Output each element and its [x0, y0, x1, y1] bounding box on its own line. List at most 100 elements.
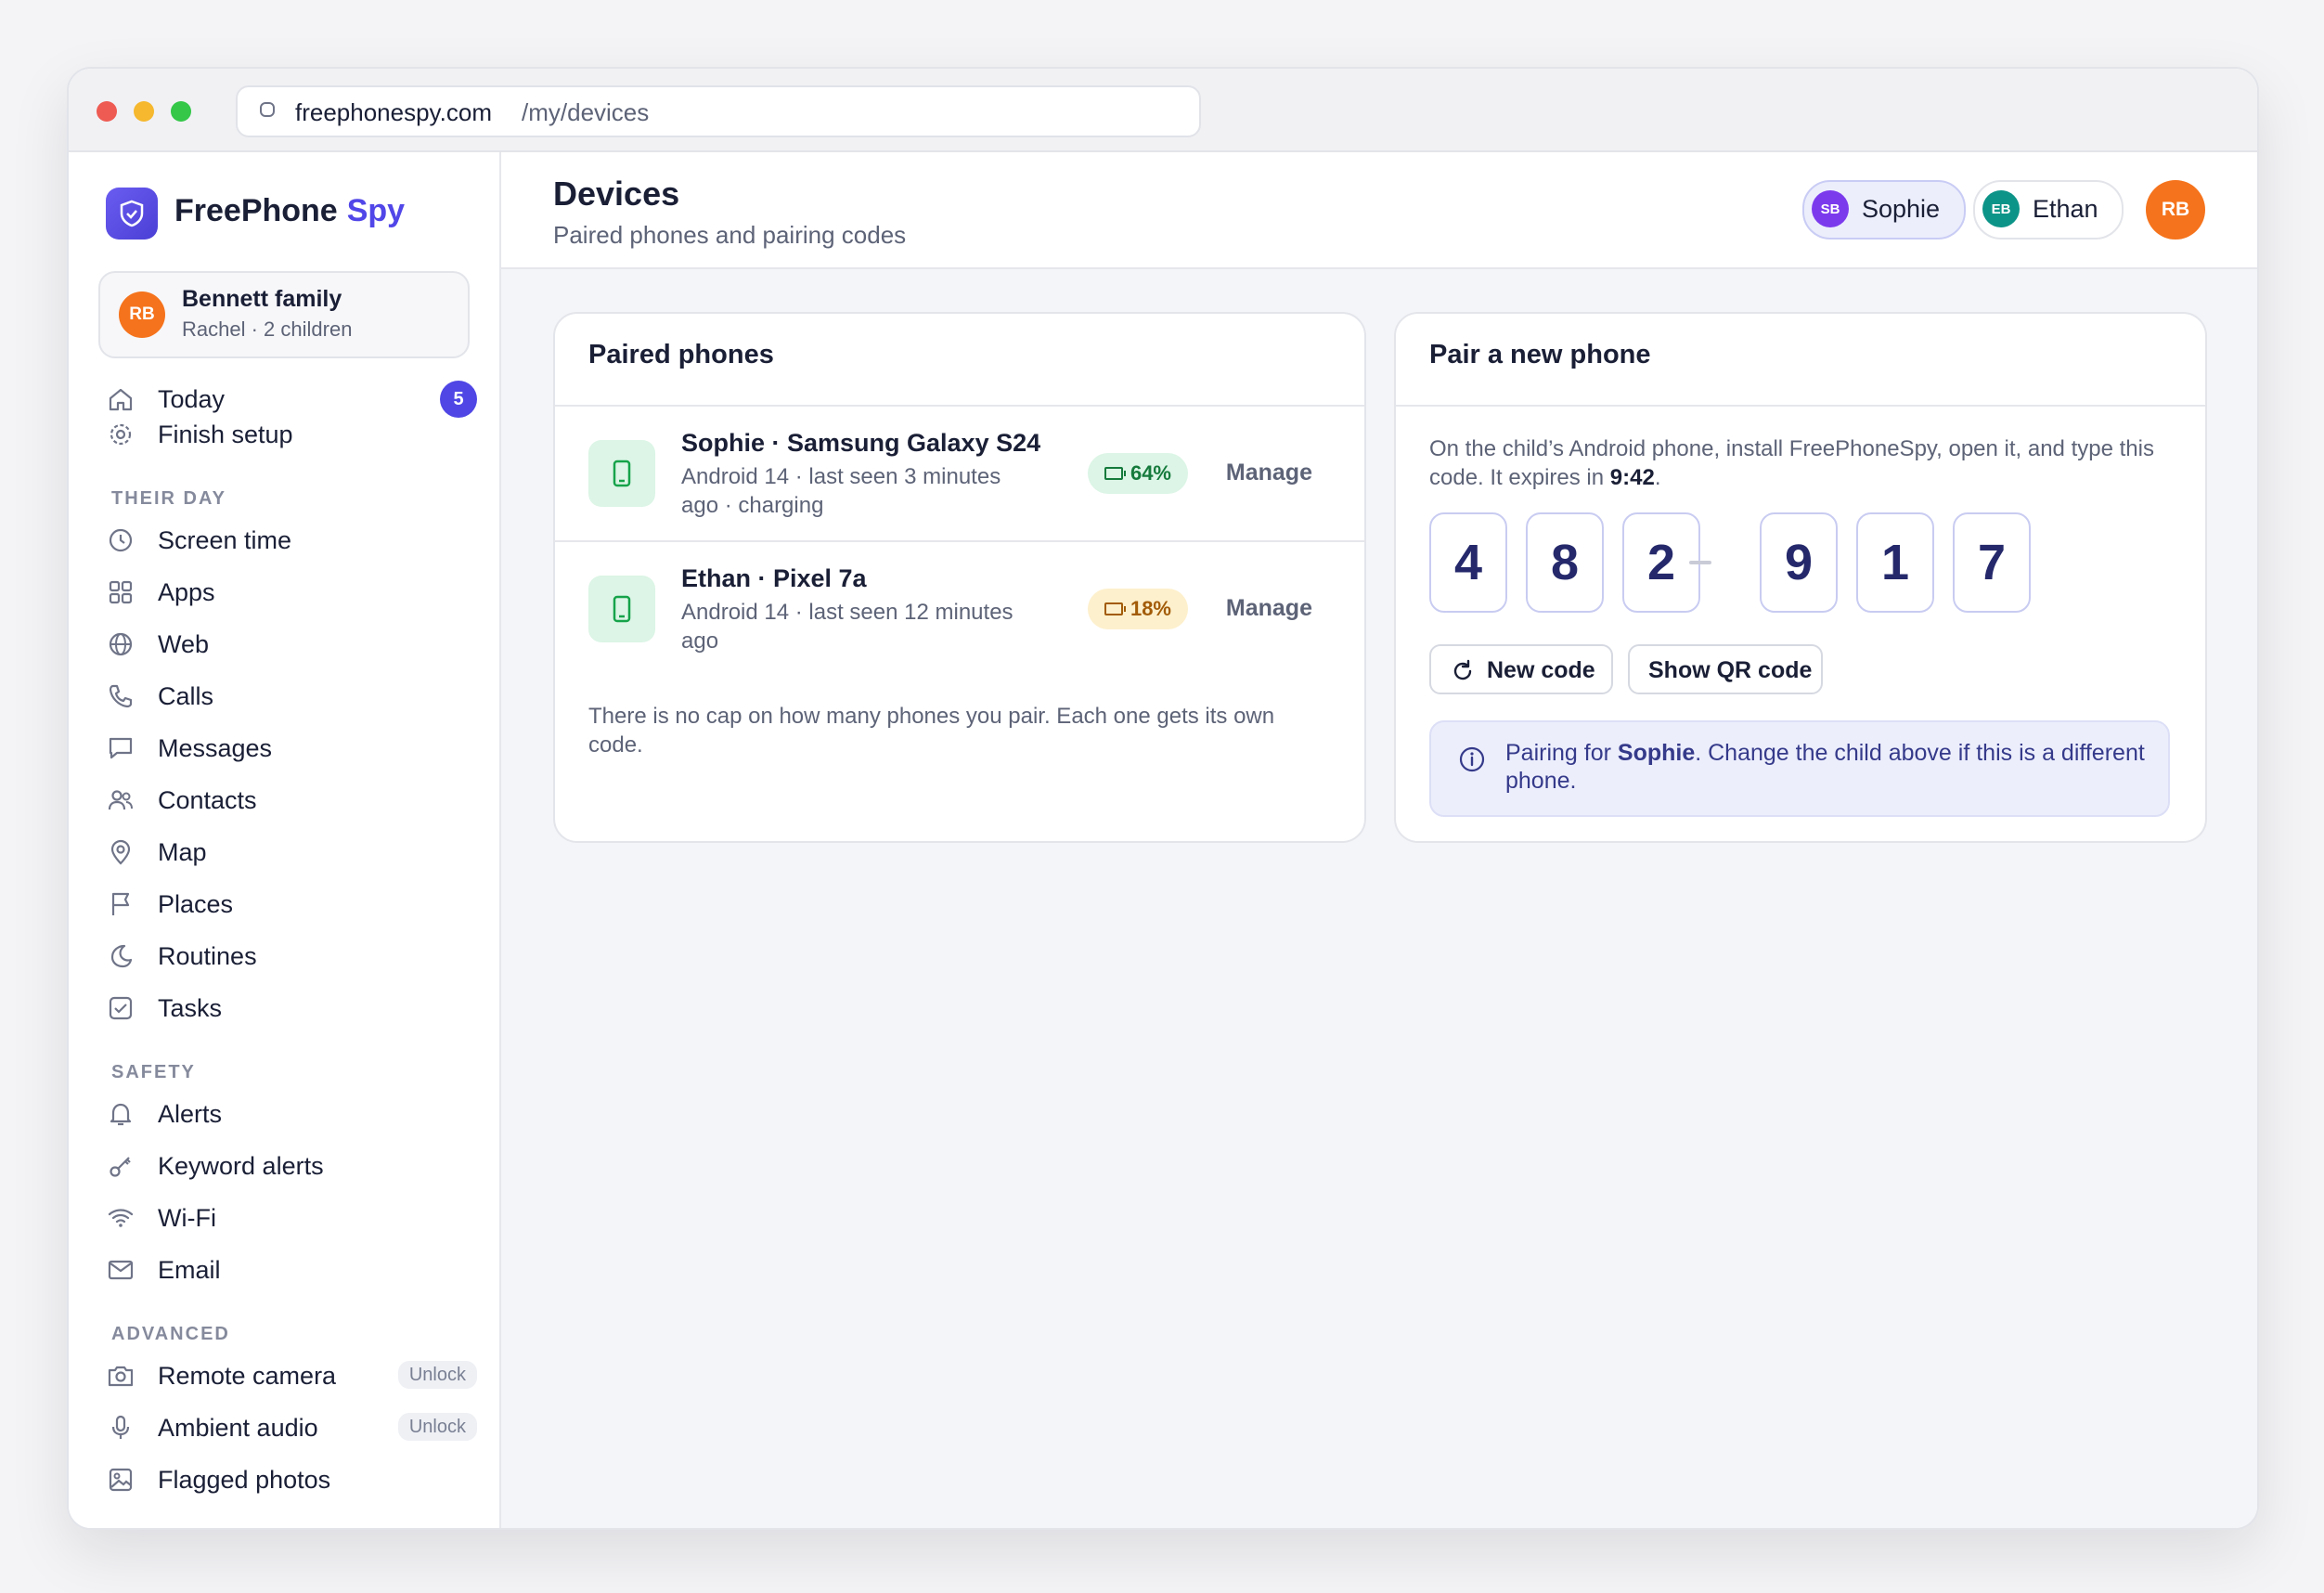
child-chip-ethan[interactable]: EB Ethan — [1973, 180, 2124, 240]
clock-icon — [109, 528, 133, 552]
unlock-tag[interactable]: Unlock — [397, 1361, 477, 1389]
pairing-note: There is no cap on how many phones you p… — [588, 704, 1275, 758]
new-code-button[interactable]: New code — [1429, 644, 1613, 694]
phone-name: Sophie · Samsung Galaxy S24 — [681, 429, 1041, 457]
gear-icon — [110, 423, 132, 446]
minimize-window-button[interactable] — [134, 101, 154, 122]
manage-button[interactable]: Manage — [1226, 460, 1312, 486]
child-chip-sophie[interactable]: SB Sophie — [1802, 180, 1966, 240]
refresh-icon — [1453, 659, 1472, 680]
pin-icon — [110, 839, 131, 865]
moon-icon — [110, 944, 133, 968]
divider — [1396, 405, 2205, 407]
card-title: Paired phones — [588, 340, 774, 369]
battery-badge: 64% — [1087, 453, 1188, 494]
instruction-end: . — [1654, 465, 1661, 490]
sidebar-item-routines[interactable]: Routines — [106, 936, 477, 977]
maximize-window-button[interactable] — [171, 101, 191, 122]
smartphone-icon — [588, 440, 655, 507]
sidebar-item-keyword-alerts[interactable]: Keyword alerts — [106, 1146, 477, 1186]
battery-level: 64% — [1130, 461, 1171, 485]
pairing-info-banner: Pairing for Sophie. Change the child abo… — [1429, 720, 2170, 817]
section-advanced: ADVANCED — [111, 1324, 230, 1344]
sidebar-item-label: Calls — [158, 682, 214, 710]
close-window-button[interactable] — [97, 101, 117, 122]
users-icon — [108, 790, 133, 810]
sidebar-item-label: Today — [158, 385, 226, 413]
show-qr-code-button[interactable]: Show QR code — [1628, 644, 1823, 694]
battery-level: 18% — [1130, 597, 1171, 620]
sidebar-item-label: Flagged photos — [158, 1466, 331, 1494]
sidebar-item-label: Wi-Fi — [158, 1204, 216, 1232]
sidebar-item-screen-time[interactable]: Screen time — [106, 520, 477, 561]
sidebar-item-label: Messages — [158, 734, 273, 762]
key-icon — [110, 1157, 131, 1177]
phone-icon — [109, 684, 133, 708]
sidebar-item-messages[interactable]: Messages — [106, 728, 477, 769]
family-switcher[interactable]: RB Bennett family Rachel · 2 children — [98, 271, 470, 358]
user-avatar[interactable]: RB — [2146, 180, 2205, 240]
battery-badge: 18% — [1087, 589, 1188, 629]
page-header: Devices Paired phones and pairing codes … — [501, 152, 2257, 269]
sidebar-item-flagged-photos[interactable]: Flagged photos — [106, 1459, 477, 1500]
code-digit: 1 — [1856, 512, 1934, 613]
smartphone-icon — [588, 576, 655, 642]
sidebar-item-remote-camera[interactable]: Remote camera Unlock — [106, 1355, 477, 1396]
page-subtitle: Paired phones and pairing codes — [553, 221, 907, 249]
unlock-tag[interactable]: Unlock — [397, 1413, 477, 1441]
sidebar-item-finish-setup[interactable]: Finish setup — [106, 414, 477, 455]
phone-row-sophie: Sophie · Samsung Galaxy S24 Android 14 ·… — [555, 407, 1364, 540]
sidebar-item-label: Places — [158, 890, 234, 918]
sidebar-item-label: Finish setup — [158, 421, 293, 448]
sidebar-item-contacts[interactable]: Contacts — [106, 780, 477, 821]
mic-icon — [111, 1415, 130, 1439]
checkbox-icon — [109, 996, 133, 1020]
code-digit: 9 — [1760, 512, 1838, 613]
sidebar-item-tasks[interactable]: Tasks — [106, 988, 477, 1029]
code-digit: 4 — [1429, 512, 1507, 613]
lock-icon — [260, 102, 275, 117]
browser-titlebar: freephonespy.com /my/devices — [69, 69, 2257, 152]
sidebar-item-apps[interactable]: Apps — [106, 572, 477, 613]
sidebar-item-calls[interactable]: Calls — [106, 676, 477, 717]
brand-logo[interactable]: FreePhone Spy — [174, 193, 405, 229]
globe-icon — [109, 632, 133, 656]
instruction-text: On the child’s Android phone, install Fr… — [1429, 436, 2154, 490]
sidebar-item-email[interactable]: Email — [106, 1250, 477, 1290]
card-title: Pair a new phone — [1429, 340, 1651, 369]
button-label: Show QR code — [1648, 657, 1813, 683]
child-avatar: EB — [1982, 190, 2020, 227]
home-icon — [109, 388, 133, 411]
chat-icon — [109, 737, 133, 759]
sidebar-item-places[interactable]: Places — [106, 884, 477, 925]
sidebar: FreePhone Spy RB Bennett family Rachel · … — [69, 152, 501, 1528]
address-bar[interactable]: freephonespy.com /my/devices — [236, 85, 1201, 137]
expiry-countdown: 9:42 — [1609, 465, 1655, 490]
sidebar-item-label: Email — [158, 1256, 221, 1284]
section-safety: SAFETY — [111, 1062, 196, 1082]
battery-icon — [1104, 467, 1126, 480]
camera-icon — [108, 1366, 134, 1387]
sidebar-item-web[interactable]: Web — [106, 624, 477, 665]
wifi-icon — [108, 1209, 134, 1227]
manage-button[interactable]: Manage — [1226, 595, 1312, 622]
pair-new-phone-card: Pair a new phone On the child’s Android … — [1394, 312, 2207, 843]
phone-row-ethan: Ethan · Pixel 7a Android 14 · last seen … — [555, 542, 1364, 676]
image-icon — [109, 1468, 133, 1492]
sidebar-item-label: Ambient audio — [158, 1414, 318, 1442]
sidebar-item-wifi[interactable]: Wi-Fi — [106, 1198, 477, 1238]
child-name: Ethan — [2033, 195, 2098, 223]
flag-icon — [111, 892, 130, 915]
sidebar-item-label: Screen time — [158, 526, 292, 554]
sidebar-item-alerts[interactable]: Alerts — [106, 1094, 477, 1134]
url-path: /my/devices — [522, 98, 650, 126]
sidebar-item-label: Contacts — [158, 786, 257, 814]
button-label: New code — [1487, 657, 1595, 683]
sidebar-item-map[interactable]: Map — [106, 832, 477, 873]
sidebar-item-label: Keyword alerts — [158, 1152, 324, 1180]
bell-icon — [110, 1103, 132, 1126]
sidebar-item-ambient-audio[interactable]: Ambient audio Unlock — [106, 1407, 477, 1448]
sidebar-item-label: Apps — [158, 578, 215, 606]
phone-name: Ethan · Pixel 7a — [681, 564, 867, 592]
brand-accent: Spy — [346, 193, 406, 228]
